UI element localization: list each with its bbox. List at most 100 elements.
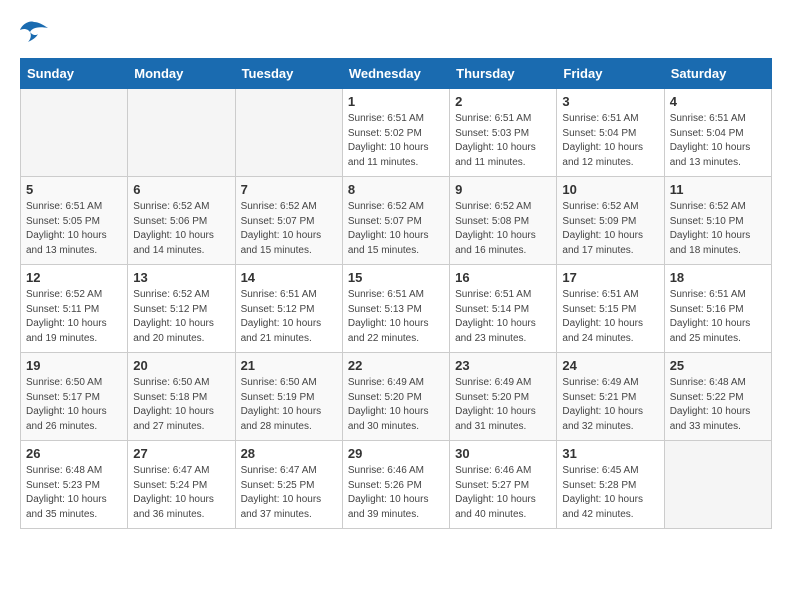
day-number: 31 [562,446,658,461]
day-number: 11 [670,182,766,197]
day-info: Sunrise: 6:52 AM Sunset: 5:06 PM Dayligh… [133,200,229,258]
day-info: Sunrise: 6:46 AM Sunset: 5:27 PM Dayligh… [455,464,551,522]
calendar-week-row: 26Sunrise: 6:48 AM Sunset: 5:23 PM Dayli… [21,441,772,529]
day-info: Sunrise: 6:49 AM Sunset: 5:21 PM Dayligh… [562,376,658,434]
day-number: 28 [241,446,337,461]
calendar-day-cell: 24 Sunrise: 6:49 AM Sunset: 5:21 PM Dayli… [557,353,664,441]
day-number: 27 [133,446,229,461]
calendar-day-cell: 6 Sunrise: 6:52 AM Sunset: 5:06 PM Daylig… [128,177,235,265]
day-number: 18 [670,270,766,285]
calendar-week-row: 1 Sunrise: 6:51 AM Sunset: 5:02 PM Daylig… [21,89,772,177]
day-number: 26 [26,446,122,461]
day-number: 17 [562,270,658,285]
day-number: 24 [562,358,658,373]
calendar-day-cell: 19 Sunrise: 6:50 AM Sunset: 5:17 PM Dayli… [21,353,128,441]
day-number: 25 [670,358,766,373]
day-number: 16 [455,270,551,285]
day-info: Sunrise: 6:52 AM Sunset: 5:10 PM Dayligh… [670,200,766,258]
day-info: Sunrise: 6:49 AM Sunset: 5:20 PM Dayligh… [455,376,551,434]
calendar-day-cell [235,89,342,177]
day-number: 23 [455,358,551,373]
calendar-day-cell: 14Sunrise: 6:51 AM Sunset: 5:12 PM Dayli… [235,265,342,353]
weekday-header-saturday: Saturday [664,59,771,89]
calendar-day-cell: 5Sunrise: 6:51 AM Sunset: 5:05 PM Daylig… [21,177,128,265]
day-info: Sunrise: 6:50 AM Sunset: 5:17 PM Dayligh… [26,376,122,434]
calendar-day-cell: 9Sunrise: 6:52 AM Sunset: 5:08 PM Daylig… [450,177,557,265]
weekday-header-wednesday: Wednesday [342,59,449,89]
calendar-day-cell: 21 Sunrise: 6:50 AM Sunset: 5:19 PM Dayli… [235,353,342,441]
day-info: Sunrise: 6:52 AM Sunset: 5:07 PM Dayligh… [241,200,337,258]
day-number: 5 [26,182,122,197]
day-number: 30 [455,446,551,461]
calendar-day-cell: 18 Sunrise: 6:51 AM Sunset: 5:16 PM Dayli… [664,265,771,353]
day-info: Sunrise: 6:49 AM Sunset: 5:20 PM Dayligh… [348,376,444,434]
day-number: 29 [348,446,444,461]
page-header [20,20,772,42]
day-number: 20 [133,358,229,373]
day-info: Sunrise: 6:47 AM Sunset: 5:24 PM Dayligh… [133,464,229,522]
day-info: Sunrise: 6:52 AM Sunset: 5:07 PM Dayligh… [348,200,444,258]
day-number: 22 [348,358,444,373]
weekday-header-monday: Monday [128,59,235,89]
day-info: Sunrise: 6:51 AM Sunset: 5:13 PM Dayligh… [348,288,444,346]
calendar-day-cell: 3 Sunrise: 6:51 AM Sunset: 5:04 PM Daylig… [557,89,664,177]
calendar-day-cell: 8 Sunrise: 6:52 AM Sunset: 5:07 PM Daylig… [342,177,449,265]
day-number: 12 [26,270,122,285]
calendar-day-cell: 23 Sunrise: 6:49 AM Sunset: 5:20 PM Dayli… [450,353,557,441]
calendar-day-cell: 12 Sunrise: 6:52 AM Sunset: 5:11 PM Dayli… [21,265,128,353]
weekday-header-friday: Friday [557,59,664,89]
calendar-day-cell: 29Sunrise: 6:46 AM Sunset: 5:26 PM Dayli… [342,441,449,529]
day-info: Sunrise: 6:51 AM Sunset: 5:15 PM Dayligh… [562,288,658,346]
calendar-week-row: 19 Sunrise: 6:50 AM Sunset: 5:17 PM Dayli… [21,353,772,441]
calendar-day-cell [21,89,128,177]
day-info: Sunrise: 6:50 AM Sunset: 5:19 PM Dayligh… [241,376,337,434]
day-info: Sunrise: 6:47 AM Sunset: 5:25 PM Dayligh… [241,464,337,522]
calendar-day-cell: 31 Sunrise: 6:45 AM Sunset: 5:28 PM Dayli… [557,441,664,529]
calendar-day-cell: 15Sunrise: 6:51 AM Sunset: 5:13 PM Dayli… [342,265,449,353]
calendar-day-cell: 1 Sunrise: 6:51 AM Sunset: 5:02 PM Daylig… [342,89,449,177]
day-info: Sunrise: 6:51 AM Sunset: 5:03 PM Dayligh… [455,112,551,170]
day-info: Sunrise: 6:45 AM Sunset: 5:28 PM Dayligh… [562,464,658,522]
calendar-day-cell: 20Sunrise: 6:50 AM Sunset: 5:18 PM Dayli… [128,353,235,441]
day-info: Sunrise: 6:51 AM Sunset: 5:04 PM Dayligh… [670,112,766,170]
calendar-week-row: 12 Sunrise: 6:52 AM Sunset: 5:11 PM Dayli… [21,265,772,353]
day-number: 7 [241,182,337,197]
day-number: 19 [26,358,122,373]
day-info: Sunrise: 6:52 AM Sunset: 5:12 PM Dayligh… [133,288,229,346]
calendar-day-cell: 11 Sunrise: 6:52 AM Sunset: 5:10 PM Dayli… [664,177,771,265]
weekday-header-tuesday: Tuesday [235,59,342,89]
day-number: 21 [241,358,337,373]
calendar-day-cell: 10Sunrise: 6:52 AM Sunset: 5:09 PM Dayli… [557,177,664,265]
day-number: 6 [133,182,229,197]
calendar-day-cell: 28 Sunrise: 6:47 AM Sunset: 5:25 PM Dayli… [235,441,342,529]
calendar-day-cell [664,441,771,529]
calendar-day-cell: 4 Sunrise: 6:51 AM Sunset: 5:04 PM Daylig… [664,89,771,177]
day-number: 14 [241,270,337,285]
calendar-day-cell [128,89,235,177]
day-number: 13 [133,270,229,285]
day-number: 8 [348,182,444,197]
logo-bird-icon [20,20,48,42]
day-info: Sunrise: 6:51 AM Sunset: 5:16 PM Dayligh… [670,288,766,346]
calendar-day-cell: 27 Sunrise: 6:47 AM Sunset: 5:24 PM Dayli… [128,441,235,529]
day-number: 4 [670,94,766,109]
calendar-week-row: 5Sunrise: 6:51 AM Sunset: 5:05 PM Daylig… [21,177,772,265]
day-number: 2 [455,94,551,109]
day-info: Sunrise: 6:51 AM Sunset: 5:02 PM Dayligh… [348,112,444,170]
calendar-day-cell: 7 Sunrise: 6:52 AM Sunset: 5:07 PM Daylig… [235,177,342,265]
day-info: Sunrise: 6:52 AM Sunset: 5:11 PM Dayligh… [26,288,122,346]
calendar-day-cell: 25Sunrise: 6:48 AM Sunset: 5:22 PM Dayli… [664,353,771,441]
day-number: 3 [562,94,658,109]
weekday-header-row: SundayMondayTuesdayWednesdayThursdayFrid… [21,59,772,89]
day-number: 10 [562,182,658,197]
calendar-day-cell: 17 Sunrise: 6:51 AM Sunset: 5:15 PM Dayli… [557,265,664,353]
calendar-day-cell: 16 Sunrise: 6:51 AM Sunset: 5:14 PM Dayli… [450,265,557,353]
day-info: Sunrise: 6:51 AM Sunset: 5:04 PM Dayligh… [562,112,658,170]
day-info: Sunrise: 6:52 AM Sunset: 5:08 PM Dayligh… [455,200,551,258]
calendar-day-cell: 22 Sunrise: 6:49 AM Sunset: 5:20 PM Dayli… [342,353,449,441]
calendar-day-cell: 2 Sunrise: 6:51 AM Sunset: 5:03 PM Daylig… [450,89,557,177]
calendar-day-cell: 13 Sunrise: 6:52 AM Sunset: 5:12 PM Dayli… [128,265,235,353]
weekday-header-sunday: Sunday [21,59,128,89]
day-number: 1 [348,94,444,109]
day-info: Sunrise: 6:51 AM Sunset: 5:14 PM Dayligh… [455,288,551,346]
